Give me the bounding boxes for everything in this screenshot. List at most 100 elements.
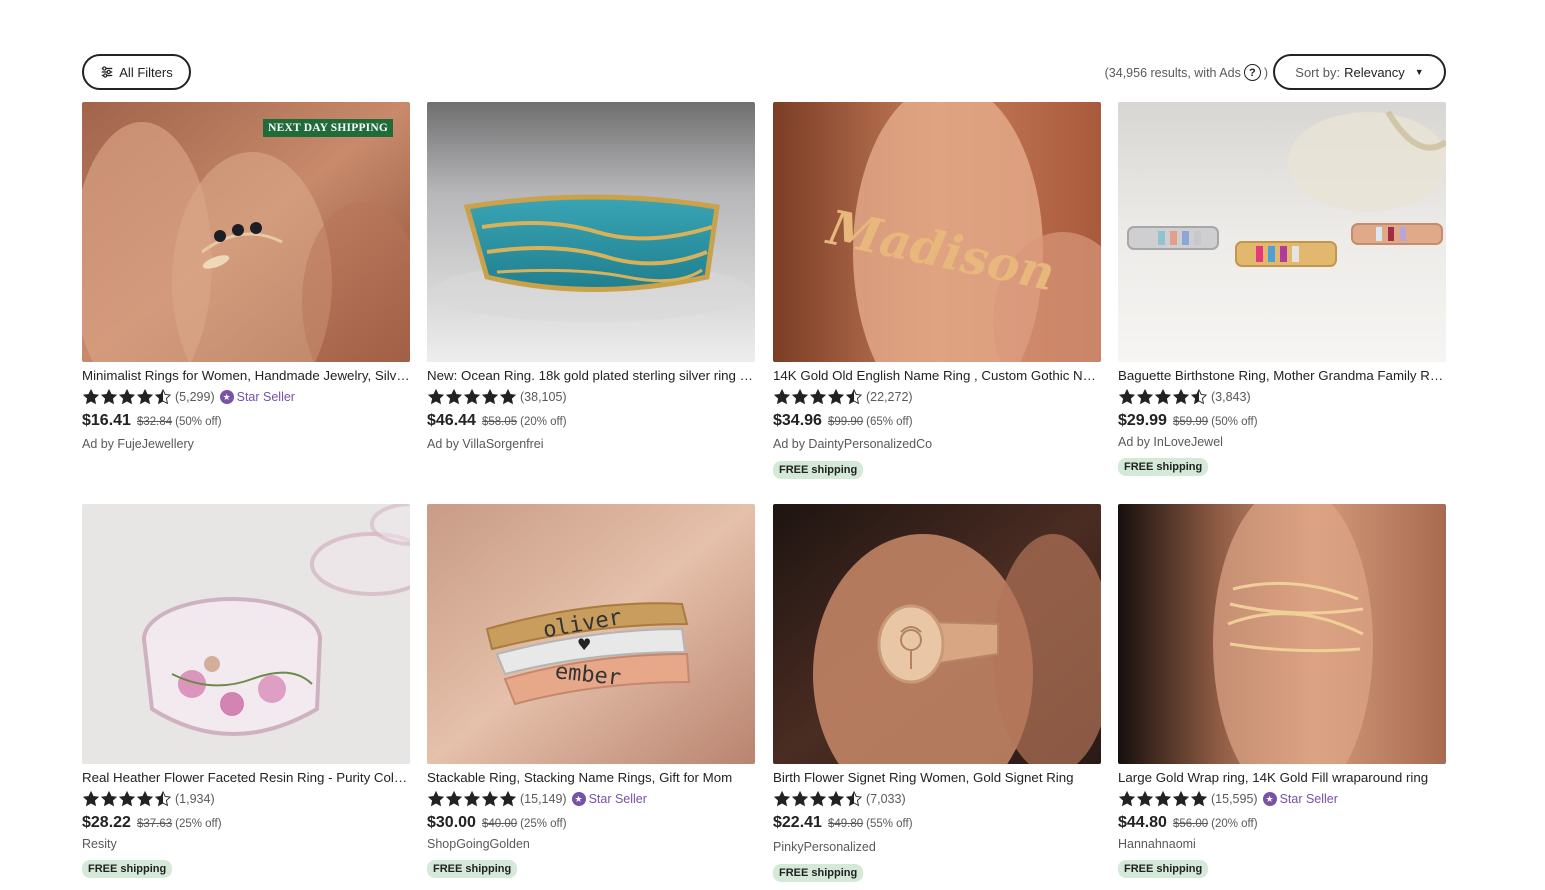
star-seller-icon: ★ — [219, 390, 234, 404]
star-icon — [82, 790, 100, 807]
help-icon[interactable]: ? — [1243, 64, 1261, 81]
star-icon — [445, 790, 463, 807]
review-count: (15,595) — [1211, 792, 1258, 806]
listing-image[interactable] — [427, 102, 755, 362]
star-icon — [1118, 388, 1136, 405]
listing-card[interactable]: Large Gold Wrap ring, 14K Gold Fill wrap… — [1118, 504, 1446, 878]
star-icon — [1172, 790, 1190, 807]
rating-row: (22,272) — [773, 388, 1101, 406]
listing-image[interactable] — [1118, 504, 1446, 764]
star-icon — [845, 790, 863, 807]
rating-row: (7,033) — [773, 790, 1101, 808]
listing-image[interactable]: Madison — [773, 102, 1101, 362]
star-icon — [136, 388, 154, 405]
results-count: (34,956 results, with Ads ? ) — [1105, 64, 1268, 81]
sale-price: $34.96 — [773, 412, 822, 429]
star-rating — [1118, 790, 1208, 808]
review-count: (7,033) — [866, 792, 906, 806]
star-icon — [154, 790, 172, 807]
star-icon — [1154, 388, 1172, 405]
sale-price: $22.41 — [773, 814, 822, 831]
sale-price: $16.41 — [82, 412, 131, 429]
listing-title[interactable]: Stackable Ring, Stacking Name Rings, Gif… — [427, 770, 755, 786]
discount-percent: (20% off) — [1211, 818, 1258, 830]
shop-name: ShopGoingGolden — [427, 837, 530, 851]
listing-title[interactable]: New: Ocean Ring. 18k gold plated sterlin… — [427, 368, 755, 384]
listing-image[interactable]: NEXT DAY SHIPPING — [82, 102, 410, 362]
price-row: $16.41 $32.84 (50% off) — [82, 412, 410, 432]
star-seller-icon: ★ — [1262, 792, 1277, 806]
shop-name: Ad by FujeJewellery — [82, 437, 194, 451]
discount-percent: (25% off) — [520, 818, 567, 830]
discount-percent: (50% off) — [1211, 416, 1258, 428]
listing-card[interactable]: Birth Flower Signet Ring Women, Gold Sig… — [773, 504, 1101, 882]
star-seller-label: Star Seller — [1279, 792, 1338, 806]
rating-row: (5,299) ★ Star Seller — [82, 388, 410, 406]
listing-card[interactable]: oliver ember ♥ Stackable Ring, Stacking … — [427, 504, 755, 878]
listing-card[interactable]: Real Heather Flower Faceted Resin Ring -… — [82, 504, 410, 878]
free-shipping-badge: FREE shipping — [1118, 860, 1209, 878]
original-price: $99.90 — [827, 416, 864, 428]
shop-name: PinkyPersonalized — [773, 840, 876, 854]
star-icon — [82, 388, 100, 405]
listing-card[interactable]: NEXT DAY SHIPPING Minimalist Rings for W… — [82, 102, 410, 452]
listing-image[interactable] — [773, 504, 1101, 764]
price-row: $28.22 $37.63 (25% off) — [82, 814, 410, 834]
listing-image[interactable] — [1118, 102, 1446, 362]
star-icon — [1136, 790, 1154, 807]
star-icon — [463, 388, 481, 405]
discount-percent: (55% off) — [866, 818, 913, 830]
star-seller-badge: ★ Star Seller — [571, 792, 647, 806]
listing-title[interactable]: Birth Flower Signet Ring Women, Gold Sig… — [773, 770, 1101, 786]
original-price: $40.00 — [481, 818, 518, 830]
listing-title[interactable]: Minimalist Rings for Women, Handmade Jew… — [82, 368, 410, 384]
review-count: (22,272) — [866, 390, 913, 404]
star-icon — [1172, 388, 1190, 405]
caret-down-icon: ▼ — [1414, 67, 1424, 77]
listing-card[interactable]: Baguette Birthstone Ring, Mother Grandma… — [1118, 102, 1446, 476]
listing-title[interactable]: Real Heather Flower Faceted Resin Ring -… — [82, 770, 410, 786]
review-count: (15,149) — [520, 792, 567, 806]
original-price: $37.63 — [136, 818, 173, 830]
star-seller-label: Star Seller — [236, 390, 295, 404]
star-icon — [827, 790, 845, 807]
star-icon — [809, 790, 827, 807]
star-icon — [499, 790, 517, 807]
star-icon — [445, 388, 463, 405]
all-filters-label: All Filters — [119, 64, 173, 80]
listing-image[interactable] — [82, 504, 410, 764]
price-row: $46.44 $58.05 (20% off) — [427, 412, 755, 432]
review-count: (38,105) — [520, 390, 567, 404]
star-icon — [100, 388, 118, 405]
star-icon — [845, 388, 863, 405]
star-icon — [481, 388, 499, 405]
all-filters-button[interactable]: All Filters — [82, 54, 191, 90]
star-icon — [809, 388, 827, 405]
star-icon — [1118, 790, 1136, 807]
original-price: $32.84 — [136, 416, 173, 428]
listing-title[interactable]: Baguette Birthstone Ring, Mother Grandma… — [1118, 368, 1446, 384]
listing-card[interactable]: New: Ocean Ring. 18k gold plated sterlin… — [427, 102, 755, 452]
free-shipping-badge: FREE shipping — [427, 860, 518, 878]
star-icon — [1136, 388, 1154, 405]
sort-button[interactable]: Sort by: Relevancy ▼ — [1273, 54, 1446, 90]
shop-name: Ad by VillaSorgenfrei — [427, 437, 544, 451]
star-seller-icon: ★ — [571, 792, 586, 806]
star-seller-label: Star Seller — [588, 792, 647, 806]
listing-title[interactable]: Large Gold Wrap ring, 14K Gold Fill wrap… — [1118, 770, 1446, 786]
star-icon — [463, 790, 481, 807]
listing-title[interactable]: 14K Gold Old English Name Ring , Custom … — [773, 368, 1101, 384]
rating-row: (38,105) — [427, 388, 755, 406]
star-rating — [82, 790, 172, 808]
discount-percent: (50% off) — [175, 416, 222, 428]
star-icon — [427, 790, 445, 807]
free-shipping-badge: FREE shipping — [773, 864, 864, 882]
listing-image[interactable]: oliver ember ♥ — [427, 504, 755, 764]
price-row: $34.96 $99.90 (65% off) — [773, 412, 1101, 432]
star-icon — [154, 388, 172, 405]
listing-card[interactable]: Madison 14K Gold Old English Name Ring ,… — [773, 102, 1101, 479]
price-row: $29.99 $59.99 (50% off) — [1118, 412, 1446, 432]
shop-name: Hannahnaomi — [1118, 837, 1196, 851]
discount-percent: (65% off) — [866, 416, 913, 428]
rating-row: (1,934) — [82, 790, 410, 808]
